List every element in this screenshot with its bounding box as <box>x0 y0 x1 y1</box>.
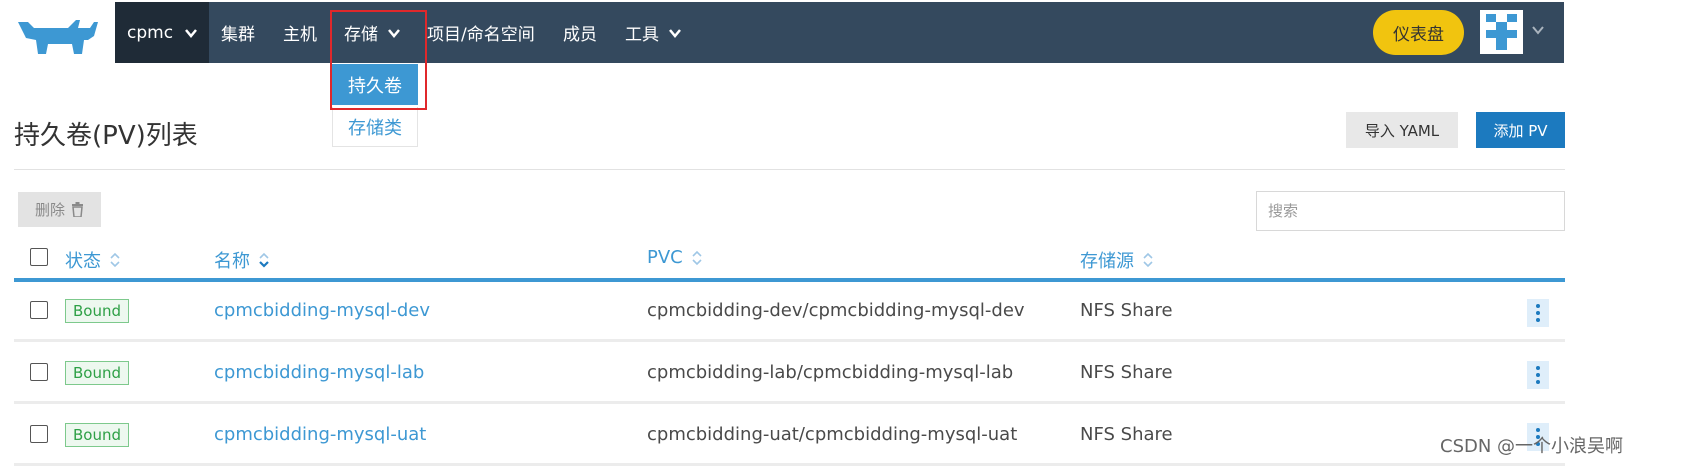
nav-item-projects[interactable]: 项目/命名空间 <box>427 2 535 63</box>
import-yaml-button[interactable]: 导入 YAML <box>1346 112 1458 148</box>
nav-item-tools[interactable]: 工具 <box>625 2 683 63</box>
row-checkbox[interactable] <box>30 363 48 381</box>
column-header-label: 名称 <box>214 251 250 272</box>
column-header-label: PVC <box>647 247 683 268</box>
search-input[interactable] <box>1256 191 1565 231</box>
sort-icon <box>259 252 269 268</box>
dashboard-button[interactable]: 仪表盘 <box>1373 10 1464 55</box>
select-all-checkbox[interactable] <box>30 248 48 266</box>
sort-icon <box>110 252 120 268</box>
column-header-label: 存储源 <box>1080 251 1134 272</box>
column-header-source[interactable]: 存储源 <box>1080 247 1154 273</box>
storage-source-value: NFS Share <box>1080 300 1173 321</box>
row-checkbox[interactable] <box>30 301 48 319</box>
table-row: Bound cpmcbidding-mysql-uat cpmcbidding-… <box>14 406 1565 466</box>
column-header-pvc[interactable]: PVC <box>647 247 703 268</box>
column-header-state[interactable]: 状态 <box>65 247 121 273</box>
storage-source-value: NFS Share <box>1080 362 1173 383</box>
storage-source-value: NFS Share <box>1080 424 1173 445</box>
divider <box>14 169 1565 170</box>
pvc-value: cpmcbidding-dev/cpmcbidding-mysql-dev <box>647 300 1025 321</box>
table-row: Bound cpmcbidding-mysql-lab cpmcbidding-… <box>14 344 1565 404</box>
nav-item-hosts[interactable]: 主机 <box>283 2 317 63</box>
nav-label: 集群 <box>221 25 255 45</box>
row-actions-kebab-icon[interactable] <box>1527 299 1549 327</box>
page-title: 持久卷(PV)列表 <box>14 121 198 151</box>
column-header-name[interactable]: 名称 <box>214 247 270 273</box>
row-actions-kebab-icon[interactable] <box>1527 361 1549 389</box>
dashboard-label: 仪表盘 <box>1393 25 1444 45</box>
nav-label: 主机 <box>283 25 317 45</box>
sort-icon <box>1143 252 1153 268</box>
menu-item-storage-classes[interactable]: 存储类 <box>332 107 418 147</box>
button-label: 导入 YAML <box>1364 121 1440 140</box>
highlight-box <box>330 10 427 110</box>
add-pv-button[interactable]: 添加 PV <box>1476 112 1565 148</box>
status-badge: Bound <box>65 423 130 447</box>
nav-item-clusters[interactable]: 集群 <box>221 2 255 63</box>
pv-name-link[interactable]: cpmcbidding-mysql-lab <box>214 362 424 383</box>
avatar[interactable] <box>1480 10 1523 54</box>
status-badge: Bound <box>65 299 130 323</box>
chevron-down-icon[interactable] <box>1530 22 1546 38</box>
column-header-label: 状态 <box>65 251 101 272</box>
pvc-value: cpmcbidding-uat/cpmcbidding-mysql-uat <box>647 424 1018 445</box>
trash-icon <box>72 202 83 217</box>
delete-button[interactable]: 删除 <box>18 192 101 227</box>
nav-item-members[interactable]: 成员 <box>563 2 597 63</box>
menu-item-label: 存储类 <box>348 117 402 139</box>
cluster-switcher[interactable]: cpmc <box>115 2 209 63</box>
pvc-value: cpmcbidding-lab/cpmcbidding-mysql-lab <box>647 362 1014 383</box>
row-checkbox[interactable] <box>30 425 48 443</box>
sort-icon <box>692 250 702 265</box>
cow-logo-icon[interactable] <box>14 12 104 56</box>
nav-label: 工具 <box>625 25 659 45</box>
chevron-down-icon <box>669 28 681 38</box>
nav-label: 项目/命名空间 <box>427 25 535 45</box>
button-label: 删除 <box>34 201 65 219</box>
cluster-name: cpmc <box>127 22 174 43</box>
pv-name-link[interactable]: cpmcbidding-mysql-uat <box>214 424 426 445</box>
chevron-down-icon <box>185 28 198 38</box>
button-label: 添加 PV <box>1493 121 1548 140</box>
table-row: Bound cpmcbidding-mysql-dev cpmcbidding-… <box>14 282 1565 342</box>
watermark: CSDN @一个小浪吴啊 <box>1440 436 1624 457</box>
status-badge: Bound <box>65 361 130 385</box>
nav-label: 成员 <box>563 25 597 45</box>
pv-name-link[interactable]: cpmcbidding-mysql-dev <box>214 300 430 321</box>
